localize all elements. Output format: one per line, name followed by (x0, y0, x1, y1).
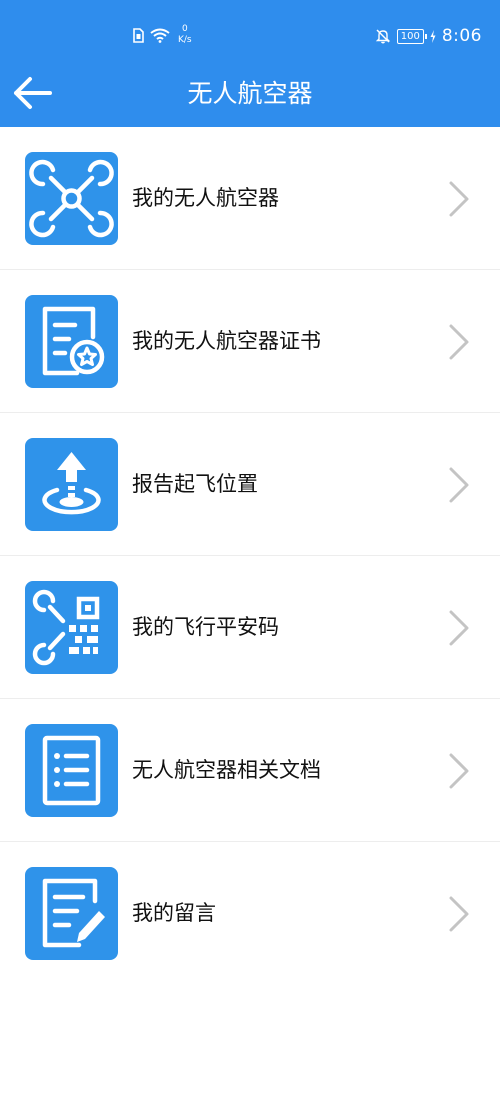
menu-item-my-messages[interactable]: 我的留言 (0, 842, 500, 985)
network-speed-unit: K/s (178, 35, 192, 45)
menu-item-label: 无人航空器相关文档 (132, 758, 321, 782)
wifi-icon (150, 28, 170, 43)
chevron-right-icon (449, 467, 469, 503)
chevron-right-icon (449, 610, 469, 646)
qr-code-icon (25, 581, 118, 674)
sim-card-icon (133, 27, 144, 43)
menu-item-label: 我的无人航空器证书 (132, 329, 321, 353)
status-left: 0 K/s (133, 24, 192, 46)
menu-item-drone-certificate[interactable]: 我的无人航空器证书 (0, 270, 500, 413)
chevron-right-icon (449, 181, 469, 217)
document-list-icon (25, 724, 118, 817)
chevron-right-icon (449, 896, 469, 932)
page-title: 无人航空器 (187, 79, 313, 108)
charging-icon (430, 29, 436, 43)
chevron-right-icon (449, 753, 469, 789)
network-speed: 0 K/s (178, 24, 192, 46)
menu-item-my-drone[interactable]: 我的无人航空器 (0, 127, 500, 270)
menu-list: 我的无人航空器 我的无人航空器证书 报告起飞位置 我的飞行平安码 无人航空器相关… (0, 127, 500, 985)
menu-item-label: 报告起飞位置 (132, 472, 258, 496)
certificate-icon (25, 295, 118, 388)
menu-item-drone-documents[interactable]: 无人航空器相关文档 (0, 699, 500, 842)
menu-item-label: 我的无人航空器 (132, 186, 279, 210)
status-right: 100 8:06 (375, 26, 482, 46)
app-header: 0 K/s 100 8:06 无人航空器 (0, 0, 500, 127)
battery-indicator: 100 (396, 28, 427, 44)
drone-icon (25, 152, 118, 245)
status-bar: 0 K/s 100 8:06 (0, 0, 500, 60)
menu-item-label: 我的飞行平安码 (132, 615, 279, 639)
message-edit-icon (25, 867, 118, 960)
menu-item-flight-safety-code[interactable]: 我的飞行平安码 (0, 556, 500, 699)
network-speed-value: 0 (181, 24, 188, 34)
nav-bar: 无人航空器 (0, 60, 500, 127)
bell-muted-icon (375, 29, 390, 44)
menu-item-report-takeoff[interactable]: 报告起飞位置 (0, 413, 500, 556)
takeoff-location-icon (25, 438, 118, 531)
status-time: 8:06 (441, 26, 482, 46)
chevron-right-icon (449, 324, 469, 360)
menu-item-label: 我的留言 (132, 901, 216, 925)
